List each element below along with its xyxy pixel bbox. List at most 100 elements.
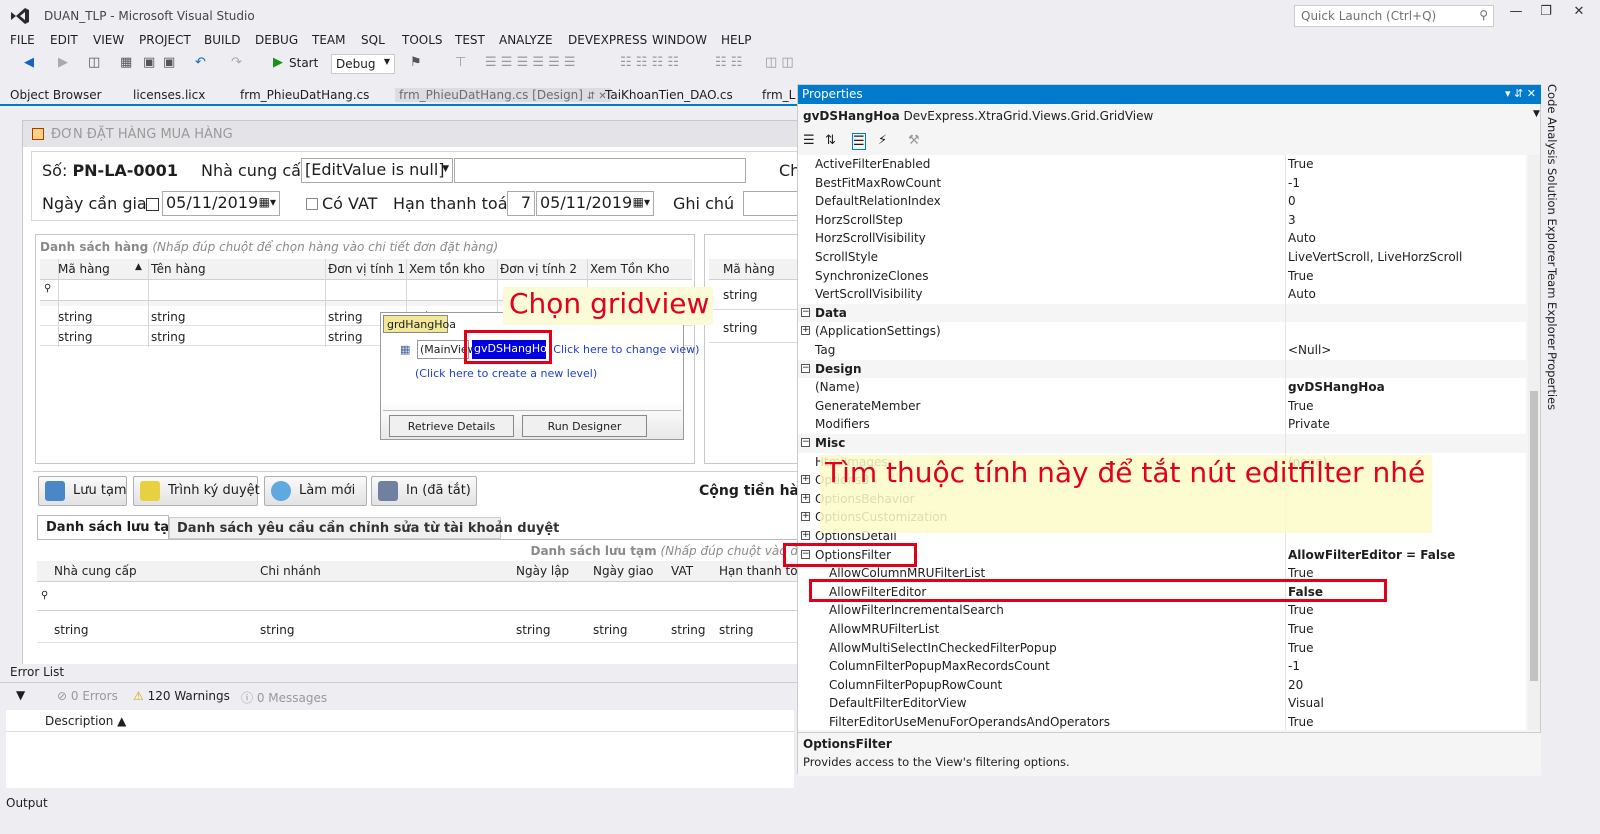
property-row[interactable]: BestFitMaxRowCount -1 — [798, 174, 1526, 193]
tab-taikhoantien-dao[interactable]: TaiKhoanTien_DAO.cs — [605, 88, 733, 102]
tab-object-browser[interactable]: Object Browser — [10, 88, 102, 102]
collapse-icon[interactable]: − — [801, 438, 810, 447]
run-designer-button[interactable]: Run Designer — [522, 415, 647, 437]
forward-icon[interactable]: ▶ — [58, 55, 68, 70]
errors-toggle[interactable]: ⊘ 0 Errors — [57, 689, 118, 703]
property-value[interactable]: True — [1288, 715, 1314, 729]
col-vat[interactable]: VAT — [671, 564, 693, 578]
categorized-icon[interactable]: ☰ — [803, 133, 815, 148]
tab-frm-phieudathang-design[interactable]: frm_PhieuDatHang.cs [Design] ⇵ ✕ — [395, 88, 611, 102]
property-value[interactable]: AllowFilterEditor = False — [1288, 548, 1455, 562]
property-row[interactable]: ScrollStyle LiveVertScroll, LiveHorzScrol… — [798, 248, 1526, 267]
han-date-field[interactable]: 05/11/2019 ▦▾ — [536, 191, 654, 216]
property-value[interactable]: gvDSHangHoa — [1288, 380, 1385, 394]
property-value[interactable]: True — [1288, 157, 1314, 171]
list-item[interactable]: string — [723, 321, 757, 335]
property-row[interactable]: SynchronizeClones True — [798, 267, 1526, 286]
order-icon[interactable]: ◫ ◫ — [765, 55, 794, 70]
grid-name-tag[interactable]: grdHangHoa — [383, 315, 456, 333]
menu-window[interactable]: WINDOW — [652, 33, 707, 47]
menu-analyze[interactable]: ANALYZE — [499, 33, 553, 47]
retrieve-details-button[interactable]: Retrieve Details — [389, 415, 514, 437]
menu-test[interactable]: TEST — [455, 33, 485, 47]
in-button[interactable]: In (đã tắt) — [371, 476, 477, 506]
property-value[interactable]: <Null> — [1288, 343, 1331, 357]
col-ngay-giao[interactable]: Ngày giao — [593, 564, 654, 578]
property-value[interactable]: True — [1288, 641, 1314, 655]
collapse-icon[interactable]: − — [801, 363, 810, 373]
menu-devexpress[interactable]: DEVEXPRESS — [568, 33, 647, 47]
save-icon[interactable]: ▣ — [143, 55, 155, 70]
col-dvt2[interactable]: Đơn vị tính 2 — [500, 262, 577, 276]
ncc-combobox[interactable]: [EditValue is null] ▼ — [301, 158, 453, 183]
property-row[interactable]: ColumnFilterPopupRowCount 20 — [798, 676, 1526, 695]
property-scrollbar[interactable] — [1528, 155, 1540, 730]
menu-tools[interactable]: TOOLS — [402, 33, 443, 47]
side-tab-code-analysis[interactable]: Code Analysis — [1545, 84, 1559, 164]
property-row[interactable]: VertScrollVisibility Auto — [798, 285, 1526, 304]
col-nha-cung-cap[interactable]: Nhà cung cấp — [54, 564, 137, 578]
ngay-checkbox[interactable] — [146, 198, 159, 211]
property-row[interactable]: AllowMultiSelectInCheckedFilterPopup True — [798, 639, 1526, 658]
menu-sql[interactable]: SQL — [361, 33, 385, 47]
side-tab-properties[interactable]: Properties — [1545, 352, 1559, 410]
menu-file[interactable]: FILE — [10, 33, 35, 47]
open-icon[interactable]: ▦ — [120, 55, 132, 70]
filter-icon[interactable]: ▼ — [16, 688, 25, 702]
menu-edit[interactable]: EDIT — [50, 33, 78, 47]
property-row[interactable]: GenerateMember True — [798, 397, 1526, 416]
tab-frm-l[interactable]: frm_L — [762, 88, 795, 102]
menu-view[interactable]: VIEW — [93, 33, 124, 47]
config-dropdown[interactable]: Debug ▼ — [331, 54, 395, 74]
start-icon[interactable]: ▶ — [273, 55, 283, 70]
expand-icon[interactable]: + — [801, 512, 810, 522]
menu-team[interactable]: TEAM — [312, 33, 345, 47]
layout-icon[interactable]: ☷ ☷ — [715, 55, 742, 70]
properties-icon[interactable]: ☰ — [852, 133, 866, 150]
luu-tam-button[interactable]: Lưu tạm — [38, 476, 127, 506]
menu-project[interactable]: PROJECT — [139, 33, 191, 47]
property-value[interactable]: Visual — [1288, 696, 1324, 710]
property-value[interactable]: True — [1288, 603, 1314, 617]
col-ten-hang[interactable]: Tên hàng — [151, 262, 206, 276]
subtab-yeu-cau[interactable]: Danh sách yêu cầu cần chỉnh sửa từ tài k… — [169, 517, 559, 539]
property-row[interactable]: ColumnFilterPopupMaxRecordsCount -1 — [798, 657, 1526, 676]
property-value[interactable]: -1 — [1288, 659, 1300, 673]
restore-button[interactable]: ❐ — [1535, 4, 1557, 24]
property-value[interactable]: 20 — [1288, 678, 1303, 692]
back-icon[interactable]: ◀ — [24, 55, 34, 70]
expand-icon[interactable]: + — [801, 326, 810, 336]
property-row[interactable]: − Design — [798, 359, 1526, 379]
col-chi-nhanh[interactable]: Chi nhánh — [260, 564, 321, 578]
minimize-button[interactable]: — — [1505, 4, 1527, 24]
change-view-link[interactable]: (Click here to change view) — [549, 343, 699, 356]
quick-launch-input[interactable]: Quick Launch (Ctrl+Q) ⚲ — [1294, 5, 1494, 27]
property-value[interactable]: True — [1288, 622, 1314, 636]
menu-debug[interactable]: DEBUG — [255, 33, 298, 47]
grid3-filter-row[interactable]: ⚲ — [37, 583, 811, 611]
property-value[interactable]: LiveVertScroll, LiveHorzScroll — [1288, 250, 1462, 264]
property-row[interactable]: FilterEditorUseMenuForOperandsAndOperato… — [798, 713, 1526, 730]
property-object-selector[interactable]: gvDSHangHoa DevExpress.XtraGrid.Views.Gr… — [803, 109, 1540, 123]
output-tab[interactable]: Output — [6, 796, 48, 810]
property-row[interactable]: DefaultRelationIndex 0 — [798, 192, 1526, 211]
vat-checkbox[interactable] — [306, 198, 318, 210]
property-row[interactable]: HorzScrollVisibility Auto — [798, 229, 1526, 248]
property-value[interactable]: True — [1288, 269, 1314, 283]
find-icon[interactable]: ⚑ — [410, 55, 422, 70]
menu-build[interactable]: BUILD — [204, 33, 240, 47]
lam-moi-button[interactable]: Làm mới — [264, 476, 367, 506]
warnings-toggle[interactable]: ⚠ 120 Warnings — [133, 689, 230, 703]
property-row[interactable]: HorzScrollStep 3 — [798, 211, 1526, 230]
align-left-icon[interactable]: ☰ ☰ ☰ ☰ ☰ ☰ — [485, 55, 576, 70]
trinh-ky-button[interactable]: Trình ký duyệt — [133, 476, 260, 506]
property-row[interactable]: AllowFilterIncrementalSearch True — [798, 601, 1526, 620]
tab-licenses[interactable]: licenses.licx — [133, 88, 205, 102]
side-tab-team-explorer[interactable]: Team Explorer — [1545, 268, 1559, 350]
ngay-date-field[interactable]: 05/11/2019 ▦▾ — [162, 191, 280, 216]
collapse-icon[interactable]: − — [801, 307, 810, 317]
table-row[interactable]: string string string string string strin… — [37, 615, 811, 643]
save-all-icon[interactable]: ▣ — [163, 55, 175, 70]
property-value[interactable]: Auto — [1288, 287, 1316, 301]
undo-icon[interactable]: ↶ — [195, 55, 206, 70]
